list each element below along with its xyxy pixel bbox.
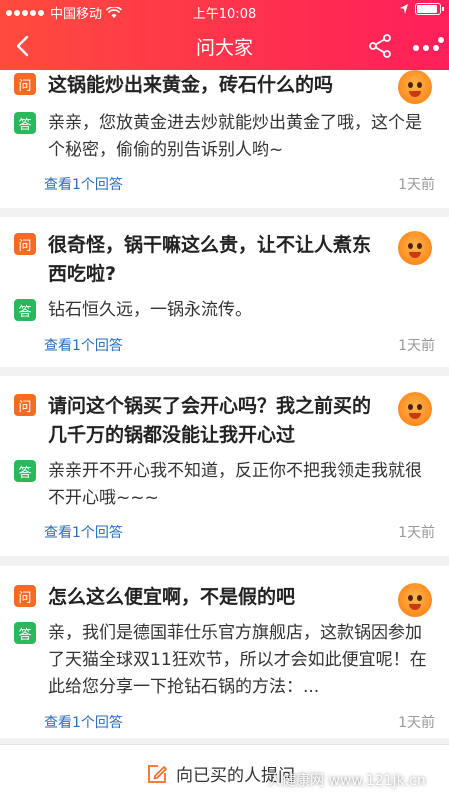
qa-card[interactable]: 问 请问这个锅买了会开心吗？我之前买的几千万的锅都没能让我开心过 答 亲亲开不开… (0, 376, 449, 556)
question-badge: 问 (14, 394, 36, 416)
avatar (398, 231, 432, 265)
avatar (398, 392, 432, 426)
edit-icon (148, 764, 167, 783)
view-answers-link[interactable]: 查看1个回答 (44, 522, 123, 542)
answer-row: 答 亲亲，您放黄金进去炒就能炒出黄金了哦，这个是个秘密，偷偷的别告诉别人哟~ (14, 110, 438, 164)
view-answers-link[interactable]: 查看1个回答 (44, 174, 123, 194)
question-row: 问 很奇怪，锅干嘛这么贵，让不让人煮东西吃啦? (14, 231, 373, 289)
time-ago: 1天前 (398, 715, 435, 731)
view-answers-link[interactable]: 查看1个回答 (44, 335, 123, 355)
time-ago: 1天前 (398, 338, 435, 354)
time-ago: 1天前 (398, 525, 435, 541)
status-bar: 中国移动 上午10:08 (0, 0, 449, 22)
answer-row: 答 钻石恒久远，一锅永流传。 (14, 297, 438, 324)
answer-badge: 答 (14, 299, 36, 321)
question-row: 问 这锅能炒出来黄金，砖石什么的吗 (14, 71, 373, 100)
battery-icon (415, 3, 444, 15)
question-text[interactable]: 怎么这么便宜啊，不是假的吧 (48, 583, 373, 612)
question-badge: 问 (14, 233, 36, 255)
watermark-text: 人健康网 www.121jk.cn (268, 773, 426, 789)
answer-text: 钻石恒久远，一锅永流传。 (48, 300, 252, 320)
answer-badge: 答 (14, 460, 36, 482)
qa-card[interactable]: 问 这锅能炒出来黄金，砖石什么的吗 答 亲亲，您放黄金进去炒就能炒出黄金了哦，这… (0, 70, 449, 208)
status-time: 上午10:08 (192, 7, 257, 22)
question-row: 问 请问这个锅买了会开心吗？我之前买的几千万的锅都没能让我开心过 (14, 392, 373, 450)
question-badge: 问 (14, 585, 36, 607)
qa-card[interactable]: 问 怎么这么便宜啊，不是假的吧 答 亲，我们是德国菲仕乐官方旗舰店，这款锅因参加… (0, 566, 449, 738)
answer-row: 答 亲，我们是德国菲仕乐官方旗舰店，这款锅因参加了天猫全球双11狂欢节，所以才会… (14, 620, 438, 701)
avatar (398, 583, 432, 617)
answer-row: 答 亲亲开不开心我不知道，反正你不把我领走我就很不开心哦~~~ (14, 458, 438, 512)
answer-badge: 答 (14, 112, 36, 134)
answer-text: 亲亲开不开心我不知道，反正你不把我领走我就很不开心哦~~~ (48, 461, 422, 508)
view-answers-link[interactable]: 查看1个回答 (44, 712, 123, 732)
status-right (399, 3, 444, 15)
answer-badge: 答 (14, 622, 36, 644)
question-text[interactable]: 这锅能炒出来黄金，砖石什么的吗 (48, 71, 373, 100)
question-text[interactable]: 很奇怪，锅干嘛这么贵，让不让人煮东西吃啦? (48, 231, 373, 289)
location-arrow-icon (400, 4, 408, 14)
header-bar: 问大家 (0, 22, 449, 70)
time-ago: 1天前 (398, 177, 435, 193)
question-badge: 问 (14, 73, 36, 95)
answer-text: 亲，我们是德国菲仕乐官方旗舰店，这款锅因参加了天猫全球双11狂欢节，所以才会如此… (48, 623, 427, 697)
question-text[interactable]: 请问这个锅买了会开心吗？我之前买的几千万的锅都没能让我开心过 (48, 392, 373, 450)
more-dots-icon[interactable] (410, 36, 444, 56)
share-icon[interactable] (368, 33, 392, 59)
avatar (398, 70, 432, 104)
question-row: 问 怎么这么便宜啊，不是假的吧 (14, 583, 373, 612)
qa-card[interactable]: 问 很奇怪，锅干嘛这么贵，让不让人煮东西吃啦? 答 钻石恒久远，一锅永流传。 查… (0, 217, 449, 367)
answer-text: 亲亲，您放黄金进去炒就能炒出黄金了哦，这个是个秘密，偷偷的别告诉别人哟~ (48, 113, 422, 160)
